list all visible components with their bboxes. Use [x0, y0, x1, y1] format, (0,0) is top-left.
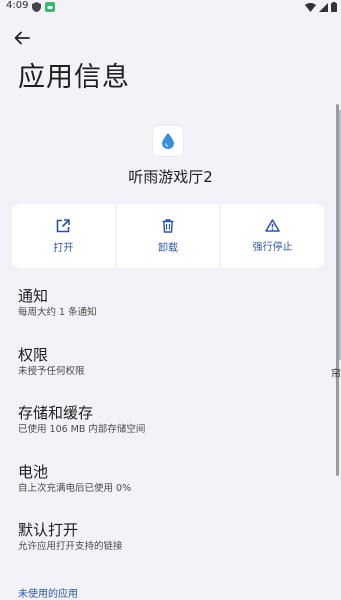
setting-title: 电池: [18, 462, 49, 481]
setting-summary: 未授予任何权限: [18, 365, 85, 377]
status-bar: 4:09: [0, 0, 341, 14]
setting-battery[interactable]: 电池 自上次充满电后已使用 0%: [18, 462, 318, 521]
shield-icon: [32, 2, 41, 12]
app-icon: [153, 126, 183, 156]
status-left-icons: [32, 2, 55, 12]
setting-title: 权限: [18, 345, 49, 364]
page-title: 应用信息: [18, 62, 130, 93]
scrollbar[interactable]: [336, 104, 339, 476]
force-stop-button[interactable]: 强行停止: [221, 204, 325, 268]
status-right-icons: [305, 2, 337, 12]
open-button[interactable]: 打开: [12, 204, 115, 268]
setting-title: 通知: [18, 287, 49, 305]
uninstall-button[interactable]: 卸载: [116, 204, 220, 268]
water-drop-icon: [162, 133, 174, 149]
open-in-new-icon: [57, 218, 71, 232]
setting-title: 默认打开: [18, 521, 79, 539]
setting-title: 存储和缓存: [18, 404, 94, 422]
app-name: 听雨游戏厅2: [128, 168, 213, 186]
setting-storage[interactable]: 存储和缓存 已使用 106 MB 内部存储空间: [18, 403, 318, 462]
android-icon: [45, 2, 55, 12]
arrow-back-icon: [14, 31, 30, 45]
background-text-fragment: 帘: [331, 369, 341, 380]
uninstall-label: 卸载: [158, 242, 178, 254]
setting-permissions[interactable]: 权限 未授予任何权限: [18, 345, 318, 404]
setting-notifications[interactable]: 通知 每周大约 1 条通知: [18, 286, 318, 345]
section-header-unused-apps: 未使用的应用: [18, 589, 78, 600]
open-label: 打开: [53, 242, 74, 254]
force-stop-label: 强行停止: [252, 242, 293, 253]
warning-icon: [265, 219, 280, 232]
setting-summary: 每周大约 1 条通知: [18, 307, 97, 318]
wifi-icon: [305, 2, 316, 12]
setting-summary: 自上次充满电后已使用 0%: [18, 482, 132, 494]
status-time: 4:09: [6, 0, 29, 11]
trash-icon: [162, 218, 174, 233]
action-bar: 打开 卸载 强行停止: [12, 204, 325, 268]
battery-icon: [331, 2, 337, 12]
signal-icon: [319, 2, 328, 12]
setting-open-by-default[interactable]: 默认打开 允许应用打开支持的链接: [18, 520, 318, 579]
back-button[interactable]: [12, 28, 32, 48]
settings-list: 通知 每周大约 1 条通知 权限 未授予任何权限 存储和缓存 已使用 106 M…: [18, 286, 318, 579]
setting-summary: 允许应用打开支持的链接: [18, 541, 123, 552]
setting-summary: 已使用 106 MB 内部存储空间: [18, 424, 146, 435]
